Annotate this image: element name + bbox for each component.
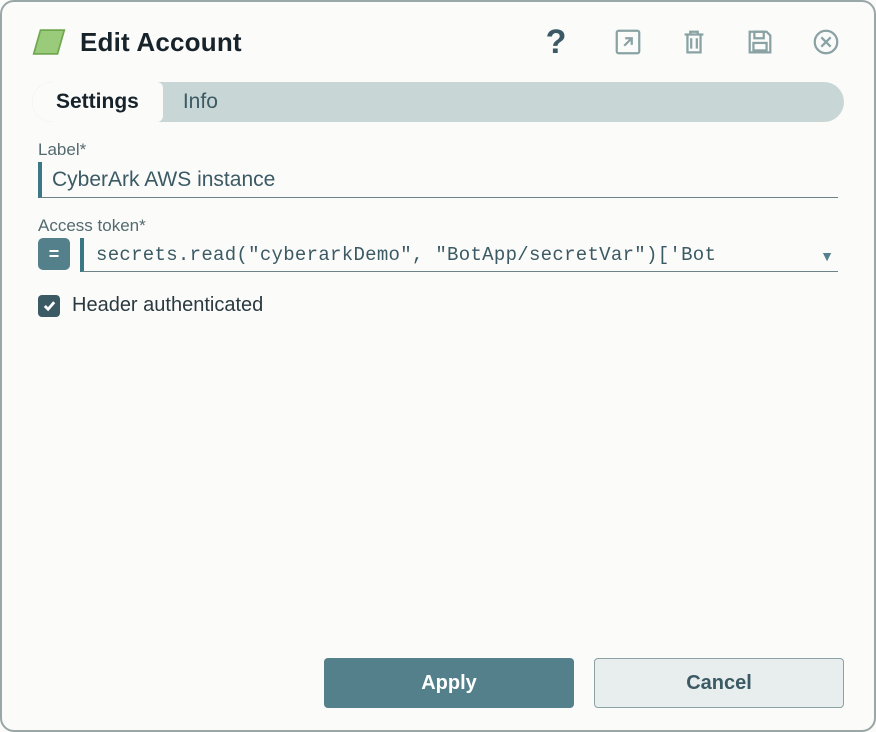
title-bar: Edit Account ? bbox=[32, 20, 844, 64]
tab-info[interactable]: Info bbox=[159, 82, 242, 122]
dialog-footer: Apply Cancel bbox=[32, 658, 844, 708]
close-icon[interactable] bbox=[808, 24, 844, 60]
apply-button[interactable]: Apply bbox=[324, 658, 574, 708]
dialog-title: Edit Account bbox=[80, 27, 242, 58]
header-auth-row: Header authenticated bbox=[38, 294, 838, 317]
access-token-row: = ▼ bbox=[38, 238, 838, 272]
save-icon[interactable] bbox=[742, 24, 778, 60]
tab-bar: Settings Info bbox=[32, 82, 844, 122]
tab-label: Settings bbox=[56, 90, 139, 114]
help-icon[interactable]: ? bbox=[538, 24, 574, 60]
label-input[interactable] bbox=[38, 162, 838, 198]
access-token-input-wrap: ▼ bbox=[80, 238, 838, 272]
edit-account-dialog: Edit Account ? bbox=[0, 0, 876, 732]
header-auth-label: Header authenticated bbox=[72, 294, 263, 317]
tab-settings[interactable]: Settings bbox=[32, 82, 163, 122]
account-icon bbox=[32, 28, 66, 56]
cancel-button[interactable]: Cancel bbox=[594, 658, 844, 708]
settings-form: Label* Access token* = ▼ Header authenti… bbox=[32, 140, 844, 317]
popout-icon[interactable] bbox=[610, 24, 646, 60]
label-field-label: Label* bbox=[38, 140, 838, 160]
tab-label: Info bbox=[183, 90, 218, 114]
access-token-input[interactable] bbox=[80, 238, 838, 272]
trash-icon[interactable] bbox=[676, 24, 712, 60]
access-token-label: Access token* bbox=[38, 216, 838, 236]
expression-mode-icon[interactable]: = bbox=[38, 238, 70, 270]
header-auth-checkbox[interactable] bbox=[38, 295, 60, 317]
